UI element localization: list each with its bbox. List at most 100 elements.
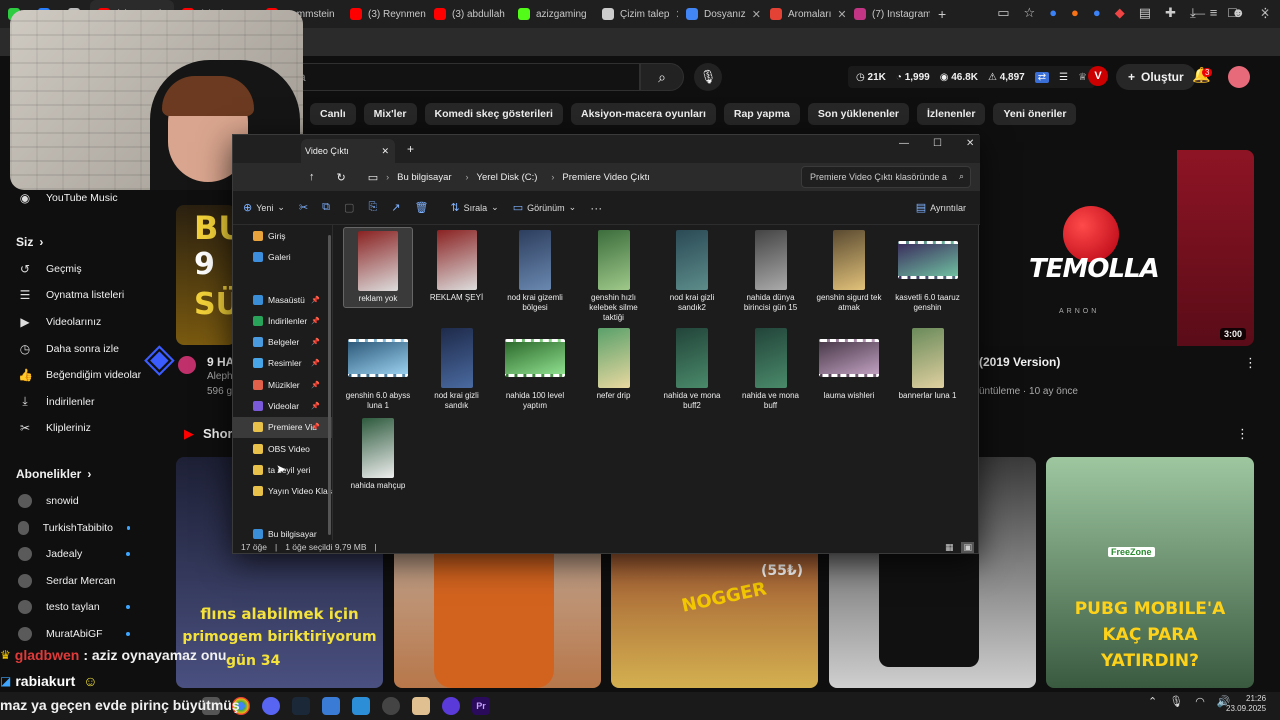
- file-item[interactable]: REKLAM ŞEYİ: [422, 227, 492, 306]
- sort-button[interactable]: ⇅ Sırala ⌄: [450, 201, 498, 214]
- reading-list-icon[interactable]: ≡: [1210, 5, 1218, 21]
- file-item[interactable]: genshin hızlı kelebek silme taktiği: [579, 227, 649, 326]
- file-item[interactable]: nefer drip: [579, 325, 649, 404]
- sidebar-item[interactable]: TurkishTabibito: [0, 514, 170, 541]
- sidebar-item[interactable]: snowid: [0, 488, 170, 515]
- close-tab-icon[interactable]: ✕: [752, 8, 761, 21]
- bookmark-star-icon[interactable]: ☆: [1024, 5, 1036, 21]
- close-tab-icon[interactable]: ✕: [381, 146, 389, 157]
- photos-icon[interactable]: [352, 697, 370, 715]
- channel-name[interactable]: Aleph: [207, 371, 233, 382]
- browser-tab[interactable]: azizgaming✕: [510, 0, 594, 28]
- paste-button[interactable]: ▢: [344, 201, 354, 214]
- short-thumbnail[interactable]: PUBG MOBILE'A KAÇ PARA YATIRDIN? FreeZon…: [1046, 457, 1254, 688]
- breadcrumb-item[interactable]: Bu bilgisayar: [397, 172, 451, 183]
- filter-chip[interactable]: Komedi skeç gösterileri: [424, 103, 563, 125]
- filter-chip[interactable]: Yeni öneriler: [993, 103, 1077, 125]
- nav-item[interactable]: Bu bilgisayar: [233, 523, 332, 540]
- new-tab-button[interactable]: +: [938, 6, 946, 22]
- steam-icon[interactable]: [292, 697, 310, 715]
- create-button[interactable]: + Oluştur: [1116, 64, 1196, 90]
- file-item[interactable]: genshin 6.0 abyss luna 1: [343, 325, 413, 414]
- wifi-icon[interactable]: ◠: [1195, 695, 1205, 708]
- extension-badge[interactable]: V: [1088, 66, 1108, 86]
- paint-icon[interactable]: [412, 697, 430, 715]
- file-item[interactable]: nod krai gizemli bölgesi: [500, 227, 570, 316]
- translate-icon[interactable]: ⇄: [1034, 71, 1050, 83]
- sidebar-item[interactable]: ▶ Videolarınız: [0, 309, 170, 336]
- nav-item[interactable]: Premiere Vid 📌: [233, 416, 332, 438]
- sidebar-item[interactable]: ⤓ İndirilenler: [0, 389, 170, 416]
- browser-tab[interactable]: Çizim talep✕: [594, 0, 678, 28]
- extension-icon[interactable]: ●: [1049, 5, 1057, 21]
- nav-item[interactable]: Belgeler 📌: [233, 331, 332, 352]
- sidebar-item[interactable]: ☰ Oynatma listeleri: [0, 282, 170, 309]
- browser-tab[interactable]: (3) abdullah✕: [426, 0, 510, 28]
- browser-tab[interactable]: Aromaları ✕: [762, 0, 846, 28]
- nav-item[interactable]: İndirilenler 📌: [233, 310, 332, 331]
- tray-chevron-icon[interactable]: ⌃: [1148, 695, 1157, 708]
- filter-chip[interactable]: İzlenenler: [917, 103, 986, 125]
- extension-icon[interactable]: ▤: [1139, 5, 1151, 21]
- browser-tab[interactable]: Dosyanız ✕: [678, 0, 762, 28]
- nav-item[interactable]: Müzikler 📌: [233, 374, 332, 395]
- nav-item[interactable]: Yayın Video Klas: [233, 481, 332, 502]
- up-arrow-icon[interactable]: ↑: [309, 171, 315, 183]
- cast-icon[interactable]: ▭: [997, 5, 1009, 21]
- premiere-icon[interactable]: Pr: [472, 697, 490, 715]
- filter-chip[interactable]: Canlı: [310, 103, 356, 125]
- sidebar-item[interactable]: Jadealy: [0, 541, 170, 568]
- trophy-icon[interactable]: ♕: [1078, 72, 1087, 83]
- voice-search-button[interactable]: 🎙: [694, 63, 722, 91]
- file-item[interactable]: nahida 100 level yaptım: [500, 325, 570, 414]
- browser-tab[interactable]: (7) Instagram✕: [846, 0, 930, 28]
- obs-icon[interactable]: [382, 697, 400, 715]
- breadcrumb-item[interactable]: Yerel Disk (C:): [477, 172, 538, 183]
- monitor-icon[interactable]: ▭: [368, 171, 378, 184]
- search-input[interactable]: ra: [280, 63, 640, 91]
- nav-item[interactable]: Masaüstü 📌: [233, 289, 332, 310]
- share-button[interactable]: ↗: [391, 201, 400, 214]
- explorer-search-input[interactable]: Premiere Video Çıktı klasöründe a ⌕: [801, 166, 971, 188]
- delete-button[interactable]: 🗑: [414, 201, 428, 214]
- video-thumbnail[interactable]: BU 9 SÜ: [176, 205, 236, 345]
- extension-icon[interactable]: ◆: [1115, 5, 1125, 21]
- browser-tab[interactable]: (3) Reynmen✕: [342, 0, 426, 28]
- discord-icon[interactable]: [262, 697, 280, 715]
- filter-chip[interactable]: Rap yapma: [723, 103, 800, 125]
- nav-item[interactable]: Resimler 📌: [233, 353, 332, 374]
- video-title[interactable]: 9 HA: [207, 355, 234, 369]
- extension-icon[interactable]: ●: [1093, 5, 1101, 21]
- more-options-icon[interactable]: ⋮: [1244, 355, 1257, 371]
- nav-item[interactable]: OBS Video: [233, 438, 332, 459]
- list-icon[interactable]: ☰: [1059, 72, 1068, 83]
- file-item[interactable]: nod krai gizli sandık2: [657, 227, 727, 316]
- file-item[interactable]: bannerlar luna 1: [893, 325, 963, 404]
- file-item[interactable]: genshin sigurd tek atmak: [814, 227, 884, 316]
- rename-button[interactable]: ⎘: [368, 201, 377, 214]
- sidebar-item[interactable]: ✂ Klipleriniz: [0, 415, 170, 442]
- tray-mic-icon[interactable]: 🎙: [1169, 695, 1183, 708]
- more-button[interactable]: ···: [590, 201, 602, 215]
- menu-icon[interactable]: ⋮: [1259, 5, 1272, 21]
- sidebar-section-you[interactable]: Siz ›: [0, 228, 170, 256]
- extension-icon[interactable]: ●: [1071, 5, 1079, 21]
- tiles-view-icon[interactable]: ▣: [961, 541, 974, 553]
- more-options-icon[interactable]: ⋮: [1236, 426, 1249, 442]
- file-item[interactable]: kasvetli 6.0 taaruz genshin: [893, 227, 963, 316]
- file-item[interactable]: nod krai gizli sandık: [422, 325, 492, 414]
- refresh-icon[interactable]: ↻: [337, 171, 346, 184]
- video-title[interactable]: (2019 Version): [979, 355, 1060, 369]
- new-tab-icon[interactable]: +: [407, 142, 414, 156]
- close-tab-icon[interactable]: ✕: [837, 8, 846, 21]
- search-button[interactable]: ⌕: [640, 63, 684, 91]
- close-icon[interactable]: ✕: [966, 138, 974, 149]
- file-item[interactable]: nahida dünya birincisi gün 15: [736, 227, 806, 316]
- nav-item[interactable]: Videolar 📌: [233, 395, 332, 416]
- video-thumbnail[interactable]: TEMOLLA ARNON 3:00: [979, 150, 1254, 346]
- sidebar-item[interactable]: Serdar Mercan: [0, 568, 170, 595]
- filter-chip[interactable]: Mix'ler: [363, 103, 417, 125]
- filter-chip[interactable]: Aksiyon-macera oyunları: [570, 103, 716, 125]
- file-item[interactable]: nahida ve mona buff2: [657, 325, 727, 414]
- cut-button[interactable]: ✂: [299, 201, 308, 214]
